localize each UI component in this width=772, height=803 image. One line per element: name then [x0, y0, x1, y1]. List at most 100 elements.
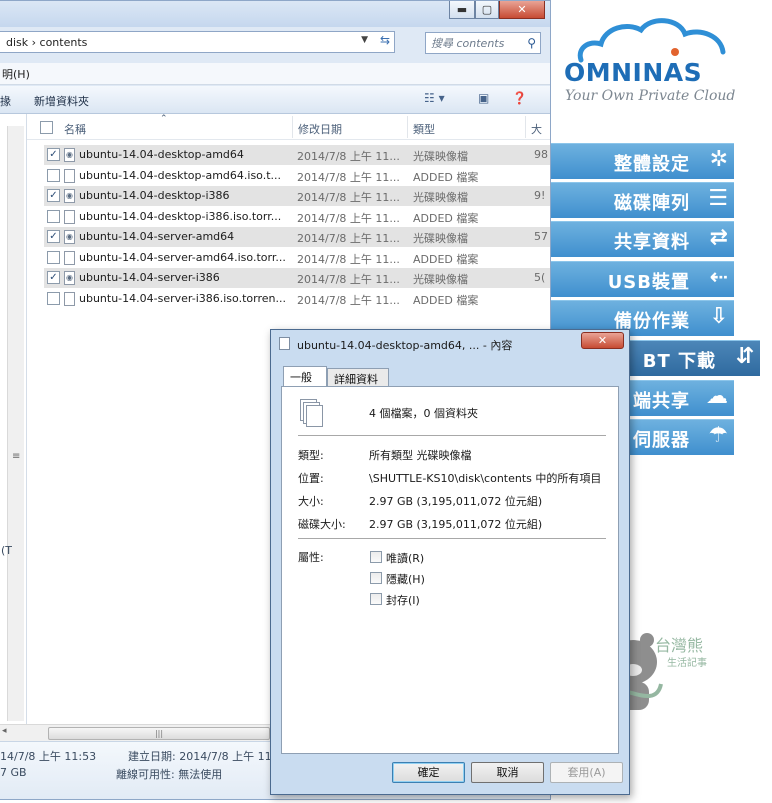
select-all-checkbox[interactable] [40, 121, 53, 134]
checkbox-box[interactable] [370, 593, 382, 605]
column-type[interactable]: 類型 [413, 121, 435, 137]
tab-details[interactable]: 詳細資料 [327, 368, 389, 386]
menu-item-icon: ⇵ [735, 344, 754, 369]
maximize-button[interactable]: ▢ [475, 1, 499, 19]
toolbar-fragment[interactable]: 掾 [0, 93, 11, 109]
menu-label: 伺服器 [633, 430, 690, 451]
file-type: ADDED 檔案 [413, 170, 479, 184]
row-checkbox[interactable] [47, 209, 60, 223]
scroll-grip-icon[interactable]: ≡ [12, 451, 20, 462]
file-date: 2014/7/8 上午 11... [297, 293, 400, 307]
table-row[interactable]: ubuntu-14.04-desktop-amd64.iso.t... 2014/… [44, 166, 550, 186]
column-size[interactable]: 大 [531, 121, 542, 137]
table-row[interactable]: ✓ ◉ ubuntu-14.04-desktop-i386 2014/7/8 上午 1… [44, 186, 550, 206]
watermark-title: 台灣熊 [655, 636, 704, 655]
row-checkbox[interactable]: ✓ [47, 189, 60, 202]
file-name: ubuntu-14.04-desktop-i386.iso.torr... [79, 209, 282, 223]
search-icon[interactable]: ⚲ [527, 36, 536, 50]
checkbox-box[interactable] [370, 551, 382, 563]
location-value: \SHUTTLE-KS10\disk\contents 中的所有項目 [369, 472, 602, 485]
file-icon: ◉ [64, 189, 75, 203]
omninas-tagline: Your Own Private Cloud [565, 88, 736, 104]
menu-item-icon: ⇠ [709, 265, 728, 290]
hidden-label[interactable]: 隱藏(H) [386, 571, 425, 587]
scroll-left-icon[interactable]: ◂ [2, 726, 7, 736]
nav-scrollbar[interactable]: ≡ [7, 126, 24, 721]
file-type: ADDED 檔案 [413, 252, 479, 266]
file-type: 光碟映像檔 [413, 273, 468, 286]
type-label: 類型: [298, 449, 324, 462]
multiple-files-icon [300, 399, 326, 429]
document-icon [279, 337, 290, 350]
file-size: 57 [534, 230, 548, 243]
table-row[interactable]: ubuntu-14.04-server-i386.iso.torren... 20… [44, 289, 550, 309]
watermark-subtitle: 生活記事 [667, 658, 707, 669]
table-row[interactable]: ubuntu-14.04-desktop-i386.iso.torr... 201… [44, 207, 550, 227]
dialog-close-button[interactable]: ✕ [581, 332, 624, 349]
location-label: 位置: [298, 472, 324, 485]
chevron-down-icon[interactable]: ▼ [361, 35, 368, 45]
file-type: 光碟映像檔 [413, 150, 468, 163]
menu-label: 端共享 [633, 391, 690, 412]
menu-label: BT 下載 [642, 351, 716, 372]
cancel-button[interactable]: 取消 [471, 762, 544, 783]
row-checkbox[interactable]: ✓ [47, 271, 60, 284]
help-icon[interactable]: ❓ [512, 91, 527, 105]
readonly-label[interactable]: 唯讀(R) [386, 550, 424, 566]
menu-item-icon: ✲ [709, 147, 728, 172]
omninas-logo: OMNINAS [564, 58, 703, 87]
detail-created: 建立日期: 2014/7/8 上午 11:5 [128, 750, 283, 763]
file-type: ADDED 檔案 [413, 293, 479, 307]
close-button[interactable]: ✕ [499, 1, 545, 19]
detail-modified: 14/7/8 上午 11:53 [0, 750, 97, 763]
column-name[interactable]: 名稱 [64, 121, 86, 137]
dialog-general-panel: 4 個檔案，0 個資料夾 類型: 所有類型 光碟映像檔 位置: \SHUTTLE… [281, 386, 619, 754]
menu-item-icon: ⇄ [709, 225, 728, 250]
size-label: 大小: [298, 495, 324, 508]
table-row[interactable]: ✓ ◉ ubuntu-14.04-desktop-amd64 2014/7/8 上午 … [44, 145, 550, 165]
archive-label[interactable]: 封存(I) [386, 592, 420, 608]
apply-button[interactable]: 套用(A) [550, 762, 623, 783]
new-folder-button[interactable]: 新增資料夾 [34, 93, 89, 109]
file-date: 2014/7/8 上午 11... [297, 252, 400, 266]
row-checkbox[interactable] [47, 168, 60, 182]
search-input[interactable]: 搜尋 contents ⚲ [425, 32, 541, 54]
column-modified[interactable]: 修改日期 [298, 121, 342, 137]
table-row[interactable]: ✓ ◉ ubuntu-14.04-server-amd64 2014/7/8 上午 1… [44, 227, 550, 247]
detail-size: 7 GB [0, 766, 27, 779]
minimize-button[interactable]: ▬ [449, 1, 475, 19]
ok-button[interactable]: 確定 [392, 762, 465, 783]
file-icon [64, 291, 75, 306]
menu-item-icon: ☁ [706, 384, 728, 409]
row-checkbox[interactable] [47, 291, 60, 305]
file-date: 2014/7/8 上午 11... [297, 191, 400, 204]
menu-item-2[interactable]: 磁碟陣列 ☰ [551, 182, 734, 218]
scroll-thumb[interactable]: ||| [48, 727, 270, 740]
view-options-icon[interactable]: ☷ ▾ [424, 91, 445, 105]
checkbox-box[interactable] [370, 572, 382, 584]
column-header: 名稱 ⌃ 修改日期 類型 大 [27, 114, 550, 140]
menu-item-1[interactable]: 整體設定 ✲ [551, 143, 734, 179]
search-placeholder: 搜尋 contents [431, 37, 505, 50]
table-row[interactable]: ubuntu-14.04-server-amd64.iso.torr... 201… [44, 248, 550, 268]
file-icon: ◉ [64, 230, 75, 244]
row-checkbox[interactable] [47, 250, 60, 264]
file-date: 2014/7/8 上午 11... [297, 150, 400, 163]
row-checkbox[interactable]: ✓ [47, 230, 60, 243]
explorer-titlebar: ▬ ▢ ✕ [0, 1, 550, 27]
menu-label: 整體設定 [614, 154, 690, 175]
row-checkbox[interactable]: ✓ [47, 148, 60, 161]
file-size: 98 [534, 148, 548, 161]
table-row[interactable]: ✓ ◉ ubuntu-14.04-server-i386 2014/7/8 上午 11… [44, 268, 550, 288]
sort-arrow-icon: ⌃ [160, 114, 168, 124]
menu-item-3[interactable]: 共享資料 ⇄ [551, 221, 734, 257]
menu-item-4[interactable]: USB裝置 ⇠ [551, 261, 734, 297]
menu-label: USB裝置 [607, 272, 690, 293]
menu-item-help[interactable]: 明(H) [2, 66, 30, 82]
file-date: 2014/7/8 上午 11... [297, 211, 400, 225]
tab-general[interactable]: 一般 [283, 366, 327, 387]
preview-pane-icon[interactable]: ▣ [478, 91, 489, 105]
file-icon [64, 250, 75, 265]
address-bar[interactable]: disk › contents ▼ ⇆ [0, 31, 395, 53]
refresh-icon[interactable]: ⇆ [380, 33, 390, 47]
